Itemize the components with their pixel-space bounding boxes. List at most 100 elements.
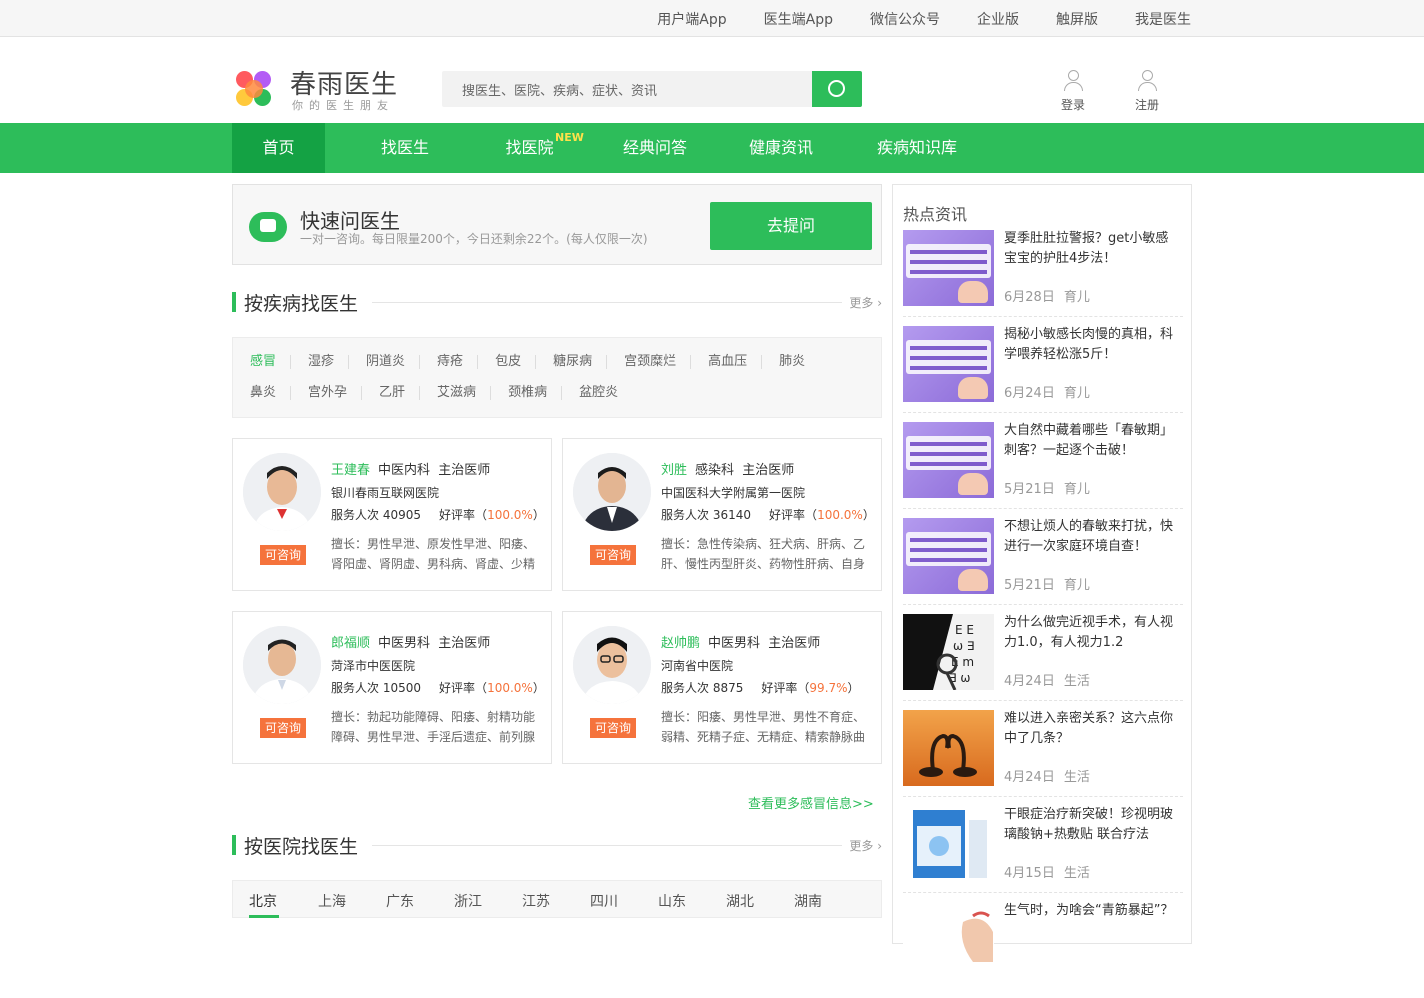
- user-icon: [1063, 70, 1083, 92]
- doctor-card[interactable]: 可咨询 赵帅鹏 中医男科 主治医师 河南省中医院 服务人次 8875 好评率（99.…: [562, 611, 882, 764]
- news-item[interactable]: 夏季肚肚拉警报？get小敏感宝宝的护肚4步法！ 6月28日 育儿: [903, 230, 1183, 326]
- ask-button[interactable]: 去提问: [710, 202, 872, 250]
- register-button[interactable]: 注册: [1127, 70, 1167, 113]
- city-tab[interactable]: 北京: [249, 891, 277, 911]
- top-link-user-app[interactable]: 用户端App: [657, 9, 726, 29]
- search-icon: [828, 80, 845, 97]
- doctor-card[interactable]: 可咨询 郎福顺 中医男科 主治医师 菏泽市中医医院 服务人次 10500 好评率（1…: [232, 611, 552, 764]
- news-title[interactable]: 不想让烦人的春敏来打扰，快进行一次家庭环境自查！: [1004, 517, 1179, 557]
- doctor-stats: 服务人次 36140 好评率（100.0%）: [661, 508, 875, 522]
- section-title: 按医院找医生: [244, 836, 359, 858]
- news-item[interactable]: 不想让烦人的春敏来打扰，快进行一次家庭环境自查！ 5月21日 育儿: [903, 518, 1183, 614]
- disease-tag[interactable]: 包皮: [478, 355, 537, 369]
- news-title[interactable]: 夏季肚肚拉警报？get小敏感宝宝的护肚4步法！: [1004, 229, 1179, 269]
- doctor-name[interactable]: 郎福顺: [331, 636, 370, 651]
- news-title[interactable]: 大自然中藏着哪些「春敏期」刺客？一起逐个击破！: [1004, 421, 1179, 461]
- disease-tag[interactable]: 盆腔炎: [562, 386, 632, 400]
- more-flu-link[interactable]: 查看更多感冒信息>>: [748, 793, 874, 812]
- news-thumbnail: [903, 422, 994, 498]
- nav-find-hospital[interactable]: 找医院 NEW: [482, 123, 583, 173]
- login-button[interactable]: 登录: [1053, 70, 1093, 113]
- nav-classic-qa[interactable]: 经典问答: [605, 123, 705, 173]
- disease-tag[interactable]: 糖尿病: [536, 355, 608, 369]
- hot-news-sidebar: 热点资讯 夏季肚肚拉警报？get小敏感宝宝的护肚4步法！ 6月28日 育儿 揭秘小…: [892, 184, 1192, 978]
- doctor-skill: 擅长：男性早泄、原发性早泄、阳痿、肾阳虚、肾阴虚、男科病、肾虚、少精症: [331, 537, 536, 571]
- doctor-stats: 服务人次 40905 好评率（100.0%）: [331, 508, 545, 522]
- doctor-name[interactable]: 王建春: [331, 463, 370, 478]
- quick-ask-desc: 一对一咨询。每日限量200个，今日还剩余22个。(每人仅限一次): [300, 232, 648, 246]
- disease-tag[interactable]: 鼻炎: [233, 386, 292, 400]
- nav-health-news[interactable]: 健康资讯: [731, 123, 831, 173]
- disease-tag[interactable]: 高血压: [691, 355, 763, 369]
- search-box[interactable]: 搜医生、医院、疾病、症状、资讯: [442, 71, 862, 107]
- doctor-avatar: [573, 626, 651, 704]
- search-input[interactable]: 搜医生、医院、疾病、症状、资讯: [462, 80, 657, 99]
- news-title[interactable]: 干眼症治疗新突破！珍视明玻璃酸钠+热敷贴 联合疗法: [1004, 805, 1179, 845]
- svg-text:ω ∃: ω ∃: [953, 639, 974, 653]
- news-thumbnail: [903, 710, 994, 786]
- news-title[interactable]: 为什么做完近视手术，有人视力1.0，有人视力1.2: [1004, 613, 1179, 653]
- consult-badge[interactable]: 可咨询: [260, 545, 306, 565]
- news-title[interactable]: 难以进入亲密关系？这六点你中了几条？: [1004, 709, 1179, 749]
- consult-badge[interactable]: 可咨询: [260, 718, 306, 738]
- disease-tag[interactable]: 颈椎病: [491, 386, 563, 400]
- nav-home[interactable]: 首页: [232, 123, 325, 173]
- top-link-mobile[interactable]: 触屏版: [1056, 9, 1098, 29]
- login-label: 登录: [1060, 98, 1085, 112]
- doctor-name[interactable]: 赵帅鹏: [661, 636, 700, 651]
- news-item[interactable]: 难以进入亲密关系？这六点你中了几条？ 4月24日 生活: [903, 710, 1183, 806]
- disease-list: 感冒 湿疹 阴道炎 痔疮 包皮 糖尿病 宫颈糜烂 高血压 肺炎 鼻炎 宫外孕 乙…: [232, 337, 882, 418]
- doctor-dept: 中医男科: [708, 636, 761, 651]
- disease-tag[interactable]: 宫颈糜烂: [607, 355, 692, 369]
- brand-name[interactable]: 春雨医生: [290, 64, 398, 101]
- doctor-hospital: 河南省中医院: [661, 659, 734, 673]
- disease-tag[interactable]: 湿疹: [291, 355, 350, 369]
- more-link[interactable]: 更多 ›: [849, 294, 882, 311]
- quick-ask-panel: 快速问医生 一对一咨询。每日限量200个，今日还剩余22个。(每人仅限一次) 去…: [232, 184, 882, 265]
- disease-tag[interactable]: 宫外孕: [291, 386, 363, 400]
- disease-tag[interactable]: 阴道炎: [349, 355, 421, 369]
- news-item[interactable]: E Eω ∃ E m ∃ ω 为什么做完近视手术，有人视力1.0，有人视力1.2 4…: [903, 614, 1183, 710]
- doctor-name[interactable]: 刘胜: [661, 463, 687, 478]
- doctor-card[interactable]: 可咨询 刘胜 感染科 主治医师 中国医科大学附属第一医院 服务人次 36140 好评…: [562, 438, 882, 591]
- logo-icon[interactable]: [234, 69, 274, 109]
- disease-tag[interactable]: 艾滋病: [420, 386, 492, 400]
- disease-section-header: 按疾病找医生 更多 ›: [232, 289, 882, 315]
- consult-badge[interactable]: 可咨询: [590, 718, 636, 738]
- city-tab[interactable]: 湖北: [726, 891, 754, 911]
- news-item[interactable]: 生气时，为啥会“青筋暴起”？: [903, 902, 1183, 998]
- news-item[interactable]: 大自然中藏着哪些「春敏期」刺客？一起逐个击破！ 5月21日 育儿: [903, 422, 1183, 518]
- news-thumbnail: [903, 518, 994, 594]
- city-tab[interactable]: 湖南: [794, 891, 822, 911]
- city-tab[interactable]: 上海: [318, 891, 346, 911]
- news-title[interactable]: 生气时，为啥会“青筋暴起”？: [1004, 901, 1179, 941]
- doctor-card[interactable]: 可咨询 王建春 中医内科 主治医师 银川春雨互联网医院 服务人次 40905 好评率…: [232, 438, 552, 591]
- news-item[interactable]: 揭秘小敏感长肉慢的真相，科学喂养轻松涨5斤！ 6月24日 育儿: [903, 326, 1183, 422]
- top-link-i-am-doctor[interactable]: 我是医生: [1135, 9, 1191, 29]
- news-thumbnail: [903, 326, 994, 402]
- disease-tag[interactable]: 肺炎: [762, 355, 819, 369]
- city-tab[interactable]: 广东: [386, 891, 414, 911]
- doctor-hospital: 银川春雨互联网医院: [331, 486, 440, 500]
- doctor-stats: 服务人次 10500 好评率（100.0%）: [331, 681, 545, 695]
- more-link[interactable]: 更多 ›: [849, 837, 882, 854]
- news-item[interactable]: 干眼症治疗新突破！珍视明玻璃酸钠+热敷贴 联合疗法 4月15日 生活: [903, 806, 1183, 902]
- top-link-enterprise[interactable]: 企业版: [977, 9, 1019, 29]
- nav-find-doctor[interactable]: 找医生: [355, 123, 455, 173]
- doctor-skill: 擅长：勃起功能障碍、阳痿、射精功能障碍、男性早泄、手淫后遗症、前列腺炎: [331, 710, 536, 744]
- new-badge: NEW: [555, 131, 584, 144]
- top-link-wechat[interactable]: 微信公众号: [870, 9, 940, 29]
- doctor-skill: 擅长：阳痿、男性早泄、男性不育症、弱精、死精子症、无精症、精索静脉曲张: [661, 710, 866, 744]
- city-tab[interactable]: 江苏: [522, 891, 550, 911]
- disease-tag[interactable]: 感冒: [233, 355, 292, 369]
- consult-badge[interactable]: 可咨询: [590, 545, 636, 565]
- city-tab[interactable]: 四川: [590, 891, 618, 911]
- news-title[interactable]: 揭秘小敏感长肉慢的真相，科学喂养轻松涨5斤！: [1004, 325, 1179, 365]
- city-tab[interactable]: 山东: [658, 891, 686, 911]
- top-link-doctor-app[interactable]: 医生端App: [764, 9, 833, 29]
- search-button[interactable]: [812, 71, 862, 107]
- city-tab[interactable]: 浙江: [454, 891, 482, 911]
- nav-disease-library[interactable]: 疾病知识库: [862, 123, 972, 173]
- disease-tag[interactable]: 乙肝: [362, 386, 421, 400]
- disease-tag[interactable]: 痔疮: [420, 355, 479, 369]
